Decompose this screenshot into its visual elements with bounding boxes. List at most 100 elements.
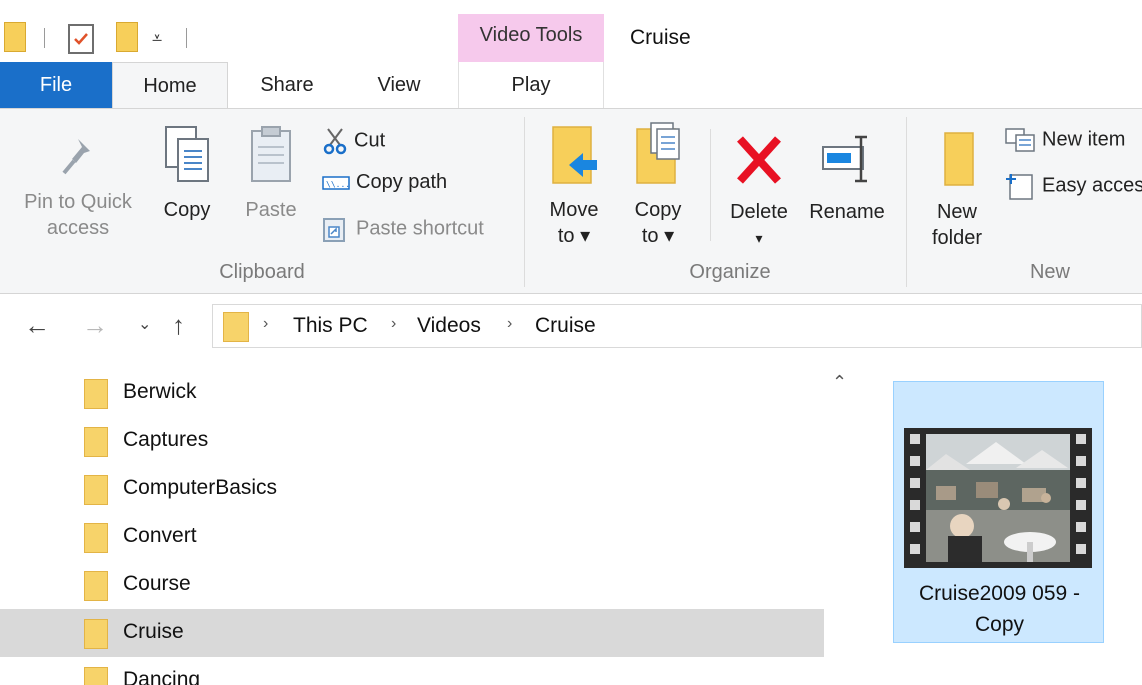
back-arrow-icon[interactable]: ← (24, 310, 50, 341)
group-separator (906, 117, 907, 287)
qat-properties-icon[interactable] (68, 24, 94, 54)
tree-item-course[interactable]: Course (0, 561, 824, 609)
tab-home[interactable]: Home (112, 62, 228, 110)
video-tools-group: Video Tools (458, 14, 604, 62)
rename-button[interactable]: Rename (804, 133, 890, 225)
move-to-label-2: to ▾ (557, 225, 591, 247)
tree-item-label: ComputerBasics (123, 476, 278, 499)
video-thumbnail (904, 428, 1092, 568)
copy-path-label: Copy path (356, 171, 448, 193)
move-to-button[interactable]: Move to ▾ (538, 125, 610, 249)
breadcrumb-separator-icon[interactable]: › (263, 315, 268, 333)
film-sprocket (910, 456, 920, 466)
ribbon: Pin to Quick access Copy Paste Cut \\...… (0, 108, 1142, 294)
paste-shortcut-button[interactable]: Paste shortcut (322, 215, 484, 243)
video-frame-image (926, 434, 1070, 562)
pin-icon (62, 139, 90, 175)
file-item-video[interactable]: Cruise2009 059 - Copy (893, 381, 1104, 643)
breadcrumb-separator-icon[interactable]: › (507, 315, 512, 333)
tree-item-convert[interactable]: Convert (0, 513, 824, 561)
copy-button[interactable]: Copy (150, 123, 224, 223)
window-title: Cruise (630, 26, 691, 49)
tab-share[interactable]: Share (236, 62, 338, 108)
up-arrow-icon[interactable]: ↑ (172, 310, 185, 341)
copy-path-button[interactable]: \\... Copy path (322, 171, 447, 194)
scroll-up-chevron-icon[interactable]: ⌃ (832, 372, 847, 393)
qat-separator (44, 28, 45, 48)
delete-dropdown-icon[interactable]: ▾ (722, 225, 796, 251)
folder-icon (84, 523, 108, 553)
folder-icon (84, 571, 108, 601)
delete-label: Delete (730, 201, 788, 223)
tab-file[interactable]: File (0, 62, 112, 108)
paste-label: Paste (245, 199, 297, 221)
delete-icon (737, 136, 781, 184)
forward-arrow-icon[interactable]: → (82, 310, 108, 341)
navigation-pane: Berwick Captures ComputerBasics Convert … (0, 362, 824, 685)
easy-access-button[interactable]: Easy access (1004, 171, 1142, 201)
new-item-button[interactable]: New item (1004, 127, 1125, 153)
tree-item-label: Berwick (123, 380, 197, 403)
recent-locations-chevron-icon[interactable]: ⌄ (138, 314, 151, 334)
tab-view[interactable]: View (350, 62, 448, 108)
pin-label-1: Pin to Quick (24, 191, 132, 213)
copy-icon (165, 126, 209, 182)
copy-to-icon (636, 122, 680, 184)
ribbon-tabs: File Home Share View Play (0, 62, 1142, 110)
tree-item-computerbasics[interactable]: ComputerBasics (0, 465, 824, 513)
qat-folder-icon[interactable] (4, 22, 26, 52)
pin-to-quick-access-button[interactable]: Pin to Quick access (10, 135, 146, 241)
address-folder-icon (223, 312, 249, 342)
film-sprocket (910, 478, 920, 488)
qat-customize-icon[interactable]: ⩡ (152, 28, 162, 49)
new-folder-icon (944, 132, 974, 186)
folder-icon (84, 667, 108, 685)
new-item-label: New item (1042, 128, 1126, 151)
new-folder-button[interactable]: New folder (922, 129, 992, 251)
tree-item-label: Course (123, 572, 191, 595)
breadcrumb-videos[interactable]: Videos (417, 314, 481, 338)
paste-button[interactable]: Paste (234, 123, 308, 223)
film-sprocket (1076, 544, 1086, 554)
copy-to-button[interactable]: Copy to ▾ (622, 119, 694, 249)
breadcrumb-cruise[interactable]: Cruise (535, 314, 596, 338)
new-folder-label-2: folder (931, 227, 983, 249)
easy-access-label: Easy access (1042, 174, 1142, 197)
group-separator (524, 117, 525, 287)
tree-item-captures[interactable]: Captures (0, 417, 824, 465)
rename-icon (822, 135, 867, 183)
film-sprocket (910, 434, 920, 444)
organize-group-label: Organize (689, 261, 771, 283)
film-sprocket (1076, 434, 1086, 444)
pin-label-2: access (46, 217, 110, 239)
tree-item-berwick[interactable]: Berwick (0, 369, 824, 417)
tree-item-cruise[interactable]: Cruise (0, 609, 824, 657)
film-sprocket (1076, 456, 1086, 466)
film-sprocket (910, 522, 920, 532)
title-bar: ⩡ Video Tools Cruise (0, 0, 1142, 62)
film-sprocket (1076, 478, 1086, 488)
folder-icon (84, 475, 108, 505)
rename-label: Rename (809, 201, 885, 223)
breadcrumb-separator-icon[interactable]: › (391, 315, 396, 333)
qat-new-folder-icon[interactable] (116, 22, 138, 52)
copy-to-label-1: Copy (634, 199, 682, 221)
paste-icon (251, 126, 291, 182)
breadcrumb-this-pc[interactable]: This PC (293, 314, 368, 338)
film-sprocket (1076, 522, 1086, 532)
new-item-icon (1005, 128, 1035, 152)
folder-icon (84, 427, 108, 457)
tree-item-label: Captures (123, 428, 209, 451)
group-separator (710, 129, 711, 241)
cut-label: Cut (354, 129, 386, 152)
copy-to-label-2: to ▾ (641, 225, 675, 247)
address-bar[interactable]: › This PC › Videos › Cruise (212, 304, 1142, 348)
film-sprocket (910, 544, 920, 554)
move-to-icon (552, 126, 597, 184)
navigation-bar: ← → ⌄ ↑ › This PC › Videos › Cruise (0, 300, 1142, 352)
tab-play[interactable]: Play (458, 62, 604, 108)
cut-button[interactable]: Cut (322, 127, 385, 155)
delete-button[interactable]: Delete ▾ (722, 133, 796, 251)
tree-item-dancing[interactable]: Dancing (0, 657, 824, 685)
scissors-icon (323, 128, 347, 155)
